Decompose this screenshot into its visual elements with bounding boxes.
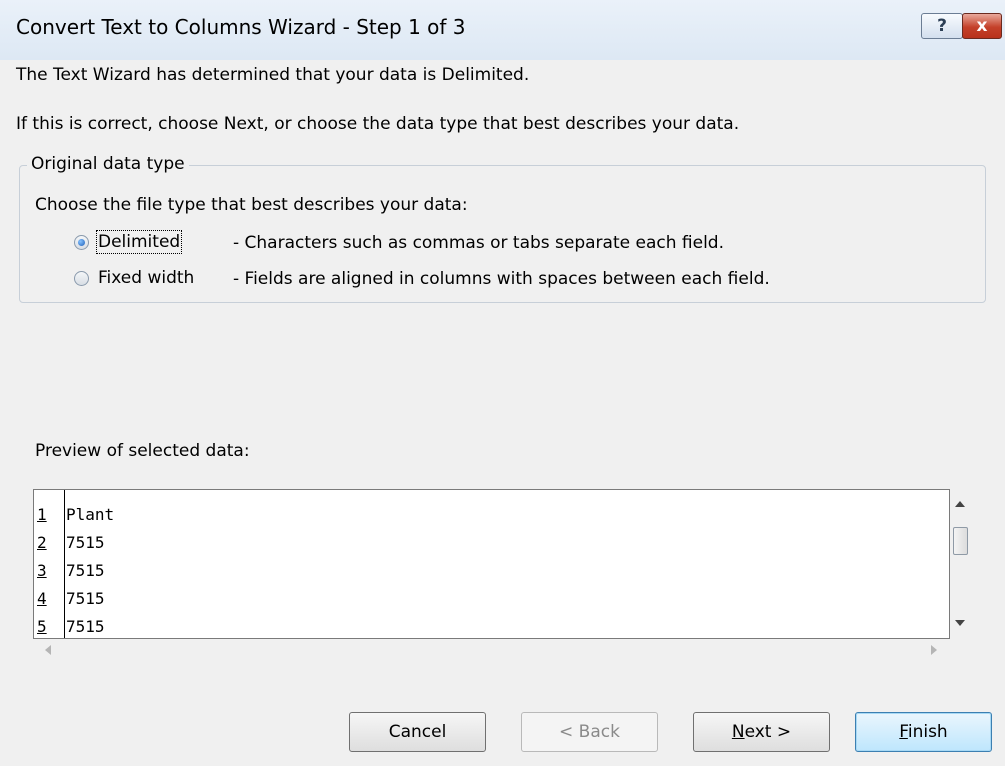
fixed-width-description: - Fields are aligned in columns with spa… bbox=[233, 269, 770, 289]
vertical-scrollbar[interactable] bbox=[950, 489, 972, 639]
fixed-width-radio[interactable]: Fixed width bbox=[74, 264, 194, 292]
intro-line-2: If this is correct, choose Next, or choo… bbox=[16, 114, 740, 134]
data-preview[interactable]: 1 Plant 2 7515 3 7515 4 7515 5 7515 bbox=[33, 489, 950, 639]
scroll-left-icon[interactable] bbox=[45, 645, 51, 655]
row-number: 3 bbox=[37, 560, 47, 580]
delimited-label[interactable]: Delimited bbox=[95, 230, 183, 254]
row-value: 7515 bbox=[66, 532, 105, 552]
preview-label: Preview of selected data: bbox=[35, 441, 250, 461]
row-value: Plant bbox=[66, 504, 115, 524]
finish-button-label: Finish bbox=[899, 722, 948, 742]
title-bar: Convert Text to Columns Wizard - Step 1 … bbox=[0, 0, 1005, 60]
back-button[interactable]: < Back bbox=[521, 712, 658, 752]
intro-line-1: The Text Wizard has determined that your… bbox=[16, 65, 530, 85]
cancel-button-label: Cancel bbox=[388, 722, 447, 742]
radio-button-unchecked[interactable] bbox=[74, 270, 89, 286]
scroll-down-icon[interactable] bbox=[955, 620, 965, 626]
group-legend: Original data type bbox=[27, 154, 189, 174]
row-number: 5 bbox=[37, 616, 47, 636]
scroll-thumb[interactable] bbox=[953, 527, 968, 555]
preview-row: 3 7515 bbox=[34, 556, 114, 584]
finish-button[interactable]: Finish bbox=[855, 712, 992, 752]
next-button[interactable]: Next > bbox=[693, 712, 830, 752]
help-button[interactable]: ? bbox=[921, 13, 963, 39]
row-value: 7515 bbox=[66, 616, 105, 636]
delimited-description: - Characters such as commas or tabs sepa… bbox=[233, 233, 724, 253]
horizontal-scrollbar[interactable] bbox=[33, 639, 950, 661]
row-number: 4 bbox=[37, 588, 47, 608]
back-button-label: < Back bbox=[559, 722, 620, 742]
cancel-button[interactable]: Cancel bbox=[349, 712, 486, 752]
row-number: 2 bbox=[37, 532, 47, 552]
preview-row: 2 7515 bbox=[34, 528, 114, 556]
row-number: 1 bbox=[37, 504, 47, 524]
next-button-label: Next > bbox=[731, 722, 792, 742]
preview-row: 4 7515 bbox=[34, 584, 114, 612]
row-value: 7515 bbox=[66, 560, 105, 580]
radio-button-checked[interactable] bbox=[74, 234, 89, 250]
scroll-up-icon[interactable] bbox=[955, 501, 965, 507]
close-button[interactable]: x bbox=[962, 13, 1002, 39]
help-icon: ? bbox=[937, 16, 947, 36]
delimited-radio[interactable]: Delimited bbox=[74, 228, 183, 256]
preview-row: 5 7515 bbox=[34, 612, 114, 638]
fixed-width-label[interactable]: Fixed width bbox=[98, 268, 194, 288]
window-title: Convert Text to Columns Wizard - Step 1 … bbox=[16, 15, 466, 39]
close-icon: x bbox=[976, 16, 988, 36]
file-type-prompt: Choose the file type that best describes… bbox=[35, 195, 468, 215]
row-value: 7515 bbox=[66, 588, 105, 608]
scroll-right-icon[interactable] bbox=[931, 645, 937, 655]
preview-row: 1 Plant bbox=[34, 500, 114, 528]
